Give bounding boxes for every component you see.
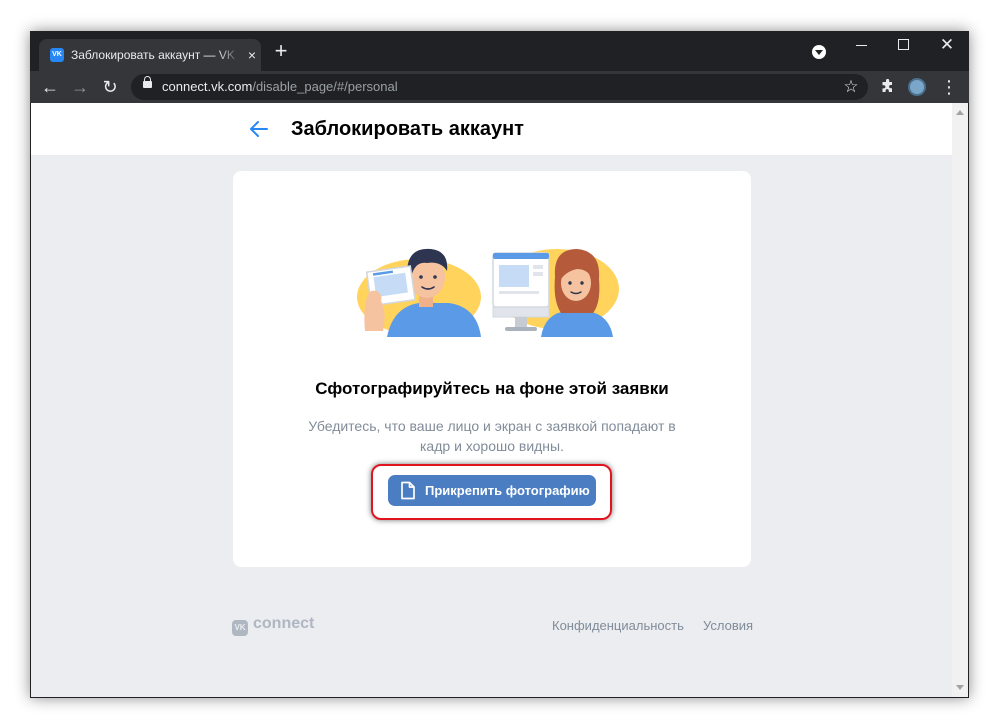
tab-title: Заблокировать аккаунт — VK Connect	[71, 48, 239, 62]
document-icon	[401, 481, 415, 500]
scroll-up-arrow-icon[interactable]	[956, 110, 964, 115]
tab-vk-connect[interactable]: VK Заблокировать аккаунт — VK Connect ×	[39, 39, 261, 71]
browser-window: VK Заблокировать аккаунт — VK Connect × …	[30, 31, 969, 698]
url-text[interactable]: connect.vk.com/disable_page/#/personal	[162, 79, 398, 95]
card-description: Убедитесь, что ваше лицо и экран с заявк…	[308, 418, 676, 454]
url-path: /disable_page/#/personal	[252, 79, 398, 94]
page-header: Заблокировать аккаунт	[31, 103, 952, 155]
lock-icon[interactable]	[143, 76, 152, 88]
extension-avatar-icon[interactable]	[908, 78, 926, 96]
arrow-left-icon[interactable]	[247, 117, 271, 141]
terms-link[interactable]: Условия	[703, 618, 753, 634]
vk-favicon-icon: VK	[50, 48, 64, 62]
page-viewport: Заблокировать аккаунт Сфотографируйтесь …	[31, 103, 968, 697]
privacy-link[interactable]: Конфиденциальность	[552, 618, 684, 634]
tab-search-icon[interactable]	[812, 45, 826, 59]
new-tab-button[interactable]: +	[270, 40, 292, 63]
tab-title-fade	[217, 45, 241, 65]
scroll-down-arrow-icon[interactable]	[956, 685, 964, 690]
close-window-button[interactable]: ✕	[927, 35, 967, 55]
reload-icon[interactable]: ↻	[99, 76, 121, 98]
vk-logo-icon: VK	[232, 620, 248, 636]
bookmark-star-icon[interactable]: ☆	[842, 77, 860, 97]
attach-photo-label: Прикрепить фотографию	[425, 483, 590, 498]
maximize-button[interactable]	[883, 35, 923, 55]
address-bar[interactable]: connect.vk.com/disable_page/#/personal ☆	[131, 74, 868, 100]
forward-nav-icon[interactable]: →	[69, 76, 91, 98]
page-title: Заблокировать аккаунт	[291, 118, 524, 140]
vk-connect-logo[interactable]: VK connect	[232, 615, 315, 636]
extensions-puzzle-icon[interactable]	[877, 76, 899, 98]
browser-menu-icon[interactable]: ⋮	[938, 76, 960, 98]
back-nav-icon[interactable]: ←	[39, 76, 61, 98]
photo-request-card: Сфотографируйтесь на фоне этой заявки Уб…	[233, 171, 751, 567]
url-host: connect.vk.com	[162, 79, 253, 94]
close-tab-icon[interactable]: ×	[245, 47, 259, 63]
card-heading: Сфотографируйтесь на фоне этой заявки	[315, 379, 669, 398]
logo-text: connect	[253, 615, 315, 632]
attach-photo-button[interactable]: Прикрепить фотографию	[388, 475, 596, 506]
browser-toolbar: ← → ↻ connect.vk.com/disable_page/#/pers…	[30, 71, 969, 103]
tab-strip: VK Заблокировать аккаунт — VK Connect × …	[30, 31, 969, 71]
selfie-with-request-illustration	[357, 248, 619, 337]
minimize-button[interactable]	[842, 35, 882, 55]
page-scrollbar[interactable]	[952, 103, 968, 697]
